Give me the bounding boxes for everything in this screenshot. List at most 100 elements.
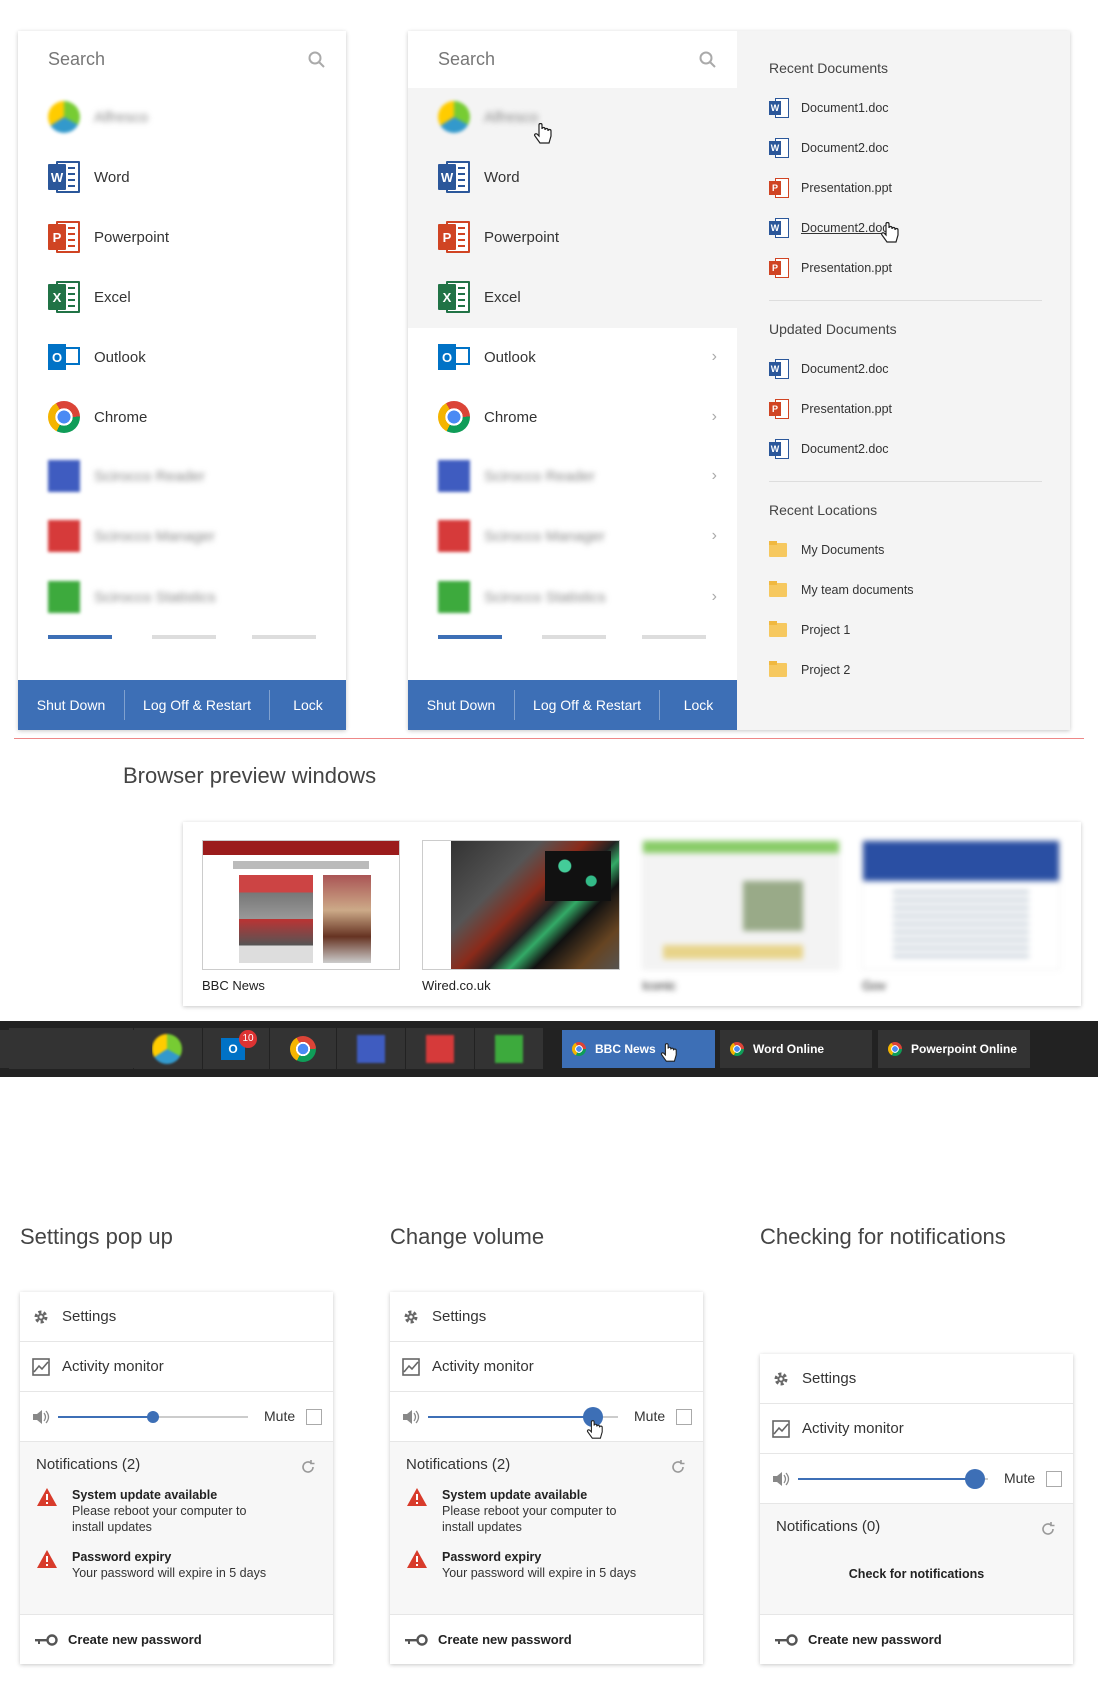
taskbar-app-outlook[interactable]: O 10 [203, 1028, 269, 1069]
document-item[interactable]: W Document2.doc [737, 429, 1070, 469]
document-item[interactable]: P Presentation.ppt [737, 168, 1070, 208]
mute-checkbox[interactable] [306, 1409, 322, 1425]
mute-checkbox[interactable] [676, 1409, 692, 1425]
refresh-icon[interactable] [1039, 1520, 1057, 1538]
document-item[interactable]: P Presentation.ppt [737, 248, 1070, 288]
create-password-item[interactable]: Create new password [760, 1614, 1073, 1664]
taskbar-app-scirocco-statistics[interactable] [475, 1028, 543, 1069]
speaker-icon[interactable] [772, 1471, 790, 1487]
lock-button[interactable]: Lock [660, 680, 737, 730]
app-word[interactable]: W Word [408, 146, 737, 208]
app-excel[interactable]: X Excel [18, 266, 346, 328]
start-search[interactable]: Search [408, 31, 737, 88]
search-icon[interactable] [699, 51, 717, 69]
app-label: Powerpoint [484, 228, 560, 246]
chevron-right-icon[interactable]: › [712, 408, 717, 426]
taskbar-window-powerpoint[interactable]: Powerpoint Online [878, 1030, 1030, 1068]
document-name: Document2.doc [801, 221, 889, 235]
taskbar-app-scirocco-reader[interactable] [337, 1028, 405, 1069]
document-name: Document1.doc [801, 101, 889, 115]
preview-thumb-iconic[interactable] [642, 840, 840, 970]
notification-item[interactable]: System update available Please reboot you… [406, 1487, 687, 1535]
app-powerpoint[interactable]: P Powerpoint [18, 208, 346, 266]
app-chrome[interactable]: Chrome › [408, 386, 737, 448]
refresh-icon[interactable] [669, 1458, 687, 1476]
notification-item[interactable]: System update available Please reboot you… [36, 1487, 317, 1535]
location-item[interactable]: My team documents [737, 570, 1070, 610]
scirocco-manager-icon [438, 520, 470, 552]
app-alfresco[interactable]: Alfresco [18, 88, 346, 146]
chevron-right-icon[interactable]: › [712, 527, 717, 545]
location-item[interactable]: Project 2 [737, 650, 1070, 690]
document-item[interactable]: W Document2.doc [737, 128, 1070, 168]
settings-item[interactable]: Settings [390, 1292, 703, 1342]
taskbar-window-word[interactable]: Word Online [720, 1030, 872, 1068]
lock-button[interactable]: Lock [270, 680, 346, 730]
preview-thumb-wired[interactable] [422, 840, 620, 970]
app-scirocco-reader[interactable]: Scirocco Reader › [408, 448, 737, 504]
app-scirocco-statistics[interactable]: Scirocco Statistics › [408, 568, 737, 626]
preview-thumb-bbc[interactable] [202, 840, 400, 970]
start-search[interactable]: Search [18, 31, 346, 88]
chevron-right-icon[interactable]: › [712, 588, 717, 606]
hand-cursor-icon [881, 222, 899, 243]
app-powerpoint[interactable]: P Powerpoint [408, 208, 737, 266]
app-label: Word [94, 168, 130, 186]
app-chrome[interactable]: Chrome [18, 386, 346, 448]
app-label: Powerpoint [94, 228, 170, 246]
activity-monitor-item[interactable]: Activity monitor [20, 1342, 333, 1392]
chevron-right-icon[interactable]: › [712, 467, 717, 485]
activity-monitor-item[interactable]: Activity monitor [390, 1342, 703, 1392]
chevron-right-icon[interactable]: › [712, 348, 717, 366]
app-outlook[interactable]: O Outlook › [408, 328, 737, 386]
search-input[interactable]: Search [48, 49, 105, 70]
mute-checkbox[interactable] [1046, 1471, 1062, 1487]
search-input[interactable]: Search [438, 49, 495, 70]
activity-label: Activity monitor [802, 1420, 904, 1437]
taskbar-app-chrome[interactable] [270, 1028, 336, 1069]
app-excel[interactable]: X Excel [408, 266, 737, 328]
notification-title: System update available [442, 1488, 588, 1502]
search-icon[interactable] [308, 51, 326, 69]
notifications-section: Notifications (0) Check for notifications [760, 1504, 1073, 1614]
logoff-button[interactable]: Log Off & Restart [125, 680, 269, 730]
document-item[interactable]: W Document1.doc [737, 88, 1070, 128]
start-menu: Search Alfresco W Word P Powerpoint X Excel O Ou… [18, 31, 346, 730]
app-outlook[interactable]: O Outlook [18, 328, 346, 386]
app-scirocco-manager[interactable]: Scirocco Manager [18, 504, 346, 568]
app-scirocco-statistics[interactable]: Scirocco Statistics [18, 568, 346, 626]
warning-icon [36, 1549, 58, 1569]
app-label: Chrome [484, 408, 538, 426]
volume-slider-handle[interactable] [964, 1469, 985, 1489]
refresh-icon[interactable] [299, 1458, 317, 1476]
app-scirocco-manager[interactable]: Scirocco Manager › [408, 504, 737, 568]
activity-monitor-icon [32, 1357, 50, 1376]
taskbar-window-powerpoint[interactable] [0, 1030, 152, 1068]
activity-monitor-item[interactable]: Activity monitor [760, 1404, 1073, 1454]
notification-item[interactable]: Password expiry Your password will expire… [36, 1549, 317, 1581]
document-item[interactable]: W Document2.doc [737, 349, 1070, 389]
settings-item[interactable]: Settings [760, 1354, 1073, 1404]
taskbar-window-bbc[interactable]: BBC News [562, 1030, 715, 1068]
app-alfresco[interactable]: Alfresco [408, 88, 737, 146]
create-password-label: Create new password [68, 1632, 202, 1647]
document-item[interactable]: P Presentation.ppt [737, 389, 1070, 429]
app-scirocco-reader[interactable]: Scirocco Reader [18, 448, 346, 504]
app-word[interactable]: W Word [18, 146, 346, 208]
preview-thumb-gov[interactable] [862, 840, 1060, 970]
location-item[interactable]: Project 1 [737, 610, 1070, 650]
notification-item[interactable]: Password expiry Your password will expire… [406, 1549, 687, 1581]
create-password-item[interactable]: Create new password [20, 1614, 333, 1664]
taskbar-app-scirocco-manager[interactable] [406, 1028, 474, 1069]
speaker-icon[interactable] [32, 1409, 50, 1425]
shutdown-button[interactable]: Shut Down [18, 680, 124, 730]
document-item[interactable]: W Document2.doc [737, 208, 1070, 248]
check-notifications-button[interactable]: Check for notifications [776, 1567, 1057, 1581]
create-password-item[interactable]: Create new password [390, 1614, 703, 1664]
volume-slider-handle[interactable] [147, 1411, 159, 1423]
logoff-button[interactable]: Log Off & Restart [515, 680, 659, 730]
location-item[interactable]: My Documents [737, 530, 1070, 570]
speaker-icon[interactable] [402, 1409, 420, 1425]
shutdown-button[interactable]: Shut Down [408, 680, 514, 730]
settings-item[interactable]: Settings [20, 1292, 333, 1342]
